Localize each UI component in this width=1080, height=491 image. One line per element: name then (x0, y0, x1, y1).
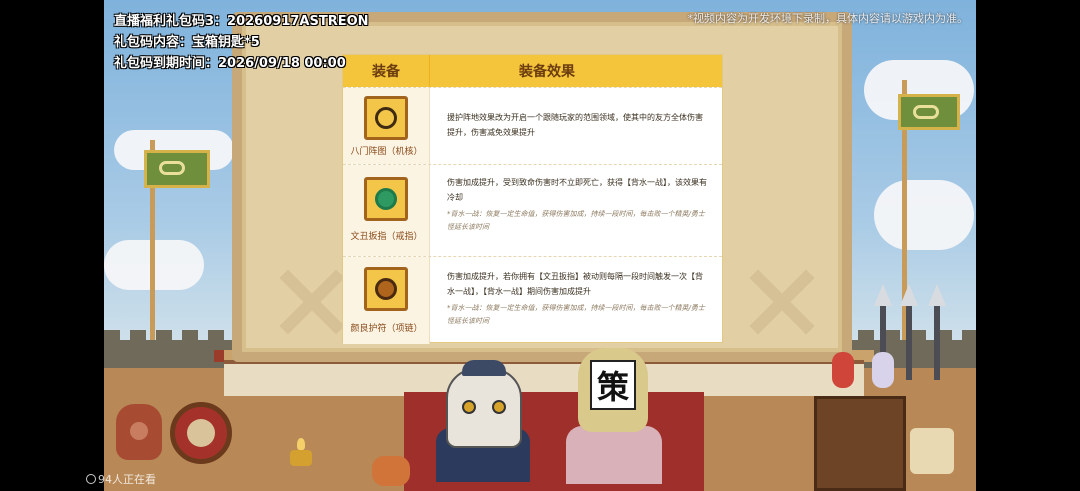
cat-eye (492, 400, 506, 414)
effect-note: *背水一战：恢复一定生命值，获得伤害加成，持续一段时间，每击败一个精英/勇士怪延… (447, 210, 705, 231)
board-decoration (742, 262, 822, 342)
table-row: 颜良护符（项链） 伤害加成提升，若你拥有【文丑扳指】被动则每隔一段时间触发一次【… (343, 256, 722, 344)
effect-text: 援护阵地效果改为开启一个跟随玩家的范围领域，使其中的友方全体伤害提升，伤害减免效… (447, 113, 703, 137)
eight-gates-core-icon (364, 96, 408, 140)
header-equip: 装备 (343, 55, 430, 87)
cloud (874, 180, 974, 250)
streamer-face-card: 策 (590, 360, 636, 410)
chibi-figure (872, 352, 894, 388)
effect-text: 伤害加成提升，受到致命伤害时不立即死亡，获得【背水一战】，该效果有冷却 (447, 178, 707, 202)
gift-content-line: 礼包码内容：宝箱钥匙*5 (114, 35, 260, 50)
viewer-count-text: 94人正在看 (98, 473, 156, 486)
expiry-line: 礼包码到期时间：2026/09/18 00:00 (114, 56, 346, 71)
flag-left (144, 150, 210, 188)
equip-cell: 八门阵图（机核） (343, 88, 430, 164)
scroll-pile (910, 428, 954, 474)
equipment-table: 装备 » 装备效果 八门阵图（机核） 援护阵地效果改为开启一个跟随玩家的范围领域… (342, 54, 723, 344)
disclaimer-text: *视频内容为开发环境下录制，具体内容请以游戏内为准。 (687, 12, 969, 25)
equip-cell: 文丑扳指（戒指） (343, 165, 430, 256)
war-drum (170, 402, 232, 464)
amulet-icon (364, 267, 408, 311)
effect-text: 伤害加成提升，若你拥有【文丑扳指】被动则每隔一段时间触发一次【背水一战】，【背水… (447, 272, 703, 296)
table-row: 文丑扳指（戒指） 伤害加成提升，受到致命伤害时不立即死亡，获得【背水一战】，该效… (343, 164, 722, 256)
flag-right (898, 94, 960, 130)
viewers-icon (86, 474, 96, 484)
effect-note: *背水一战：恢复一定生命值，获得伤害加成，持续一段时间，每击败一个精英/勇士怪延… (447, 304, 705, 325)
letterbox-right (976, 0, 1080, 491)
chibi-figure (832, 352, 854, 388)
cat-mascot (446, 368, 522, 448)
spear-rack (906, 300, 912, 380)
viewer-count[interactable]: 94人正在看 (86, 471, 156, 487)
item-name: 文丑扳指（戒指） (350, 232, 423, 242)
table-header: 装备 » 装备效果 (343, 55, 722, 87)
pumpkin-vase (372, 456, 410, 486)
spear-rack (934, 300, 940, 380)
jade-ring-icon (364, 177, 408, 221)
header-effect: 装备效果 (519, 64, 575, 80)
cat-eye (462, 400, 476, 414)
cat-hat (462, 360, 506, 376)
effect-cell: 伤害加成提升，受到致命伤害时不立即死亡，获得【背水一战】，该效果有冷却 *背水一… (447, 175, 709, 234)
board-decoration (272, 262, 352, 342)
equip-cell: 颜良护符（项链） (343, 257, 430, 344)
item-name: 颜良护符（项链） (350, 324, 423, 334)
letterbox-left (0, 0, 104, 491)
scroll-shelf (814, 396, 906, 491)
stage (224, 360, 864, 396)
streamer-body (566, 426, 662, 484)
effect-cell: 援护阵地效果改为开启一个跟随玩家的范围领域，使其中的友方全体伤害提升，伤害减免效… (447, 110, 709, 140)
table-row: 八门阵图（机核） 援护阵地效果改为开启一个跟随玩家的范围领域，使其中的友方全体伤… (343, 87, 722, 164)
oil-lamp (290, 438, 312, 466)
effect-cell: 伤害加成提升，若你拥有【文丑扳指】被动则每隔一段时间触发一次【背水一战】，【背水… (447, 269, 709, 328)
gift-code-line: 直播福利礼包码3：20260917ASTREON (114, 14, 369, 29)
item-name: 八门阵图（机核） (350, 147, 423, 157)
wine-jar (116, 404, 162, 460)
